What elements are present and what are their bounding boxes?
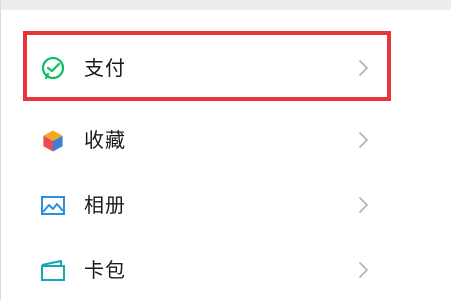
menu-item-pay[interactable]: 支付 xyxy=(1,35,451,100)
menu-item-album[interactable]: 相册 xyxy=(1,172,451,237)
settings-list: 支付 收藏 相册 卡包 xyxy=(0,0,451,302)
chevron-right-icon xyxy=(357,57,371,79)
menu-item-card-wallet[interactable]: 卡包 xyxy=(1,237,451,302)
menu-item-label: 收藏 xyxy=(84,128,126,152)
menu-item-label: 支付 xyxy=(84,56,126,80)
chevron-right-icon xyxy=(357,129,371,151)
chevron-right-icon xyxy=(357,194,371,216)
menu-item-label: 相册 xyxy=(84,193,126,217)
card-wallet-icon xyxy=(39,257,67,285)
menu-item-label: 卡包 xyxy=(84,258,126,282)
pay-icon xyxy=(39,55,67,83)
menu-item-favorites[interactable]: 收藏 xyxy=(1,107,451,172)
chevron-right-icon xyxy=(357,259,371,281)
album-icon xyxy=(39,192,67,220)
favorites-icon xyxy=(39,127,67,155)
top-gap xyxy=(1,0,451,10)
